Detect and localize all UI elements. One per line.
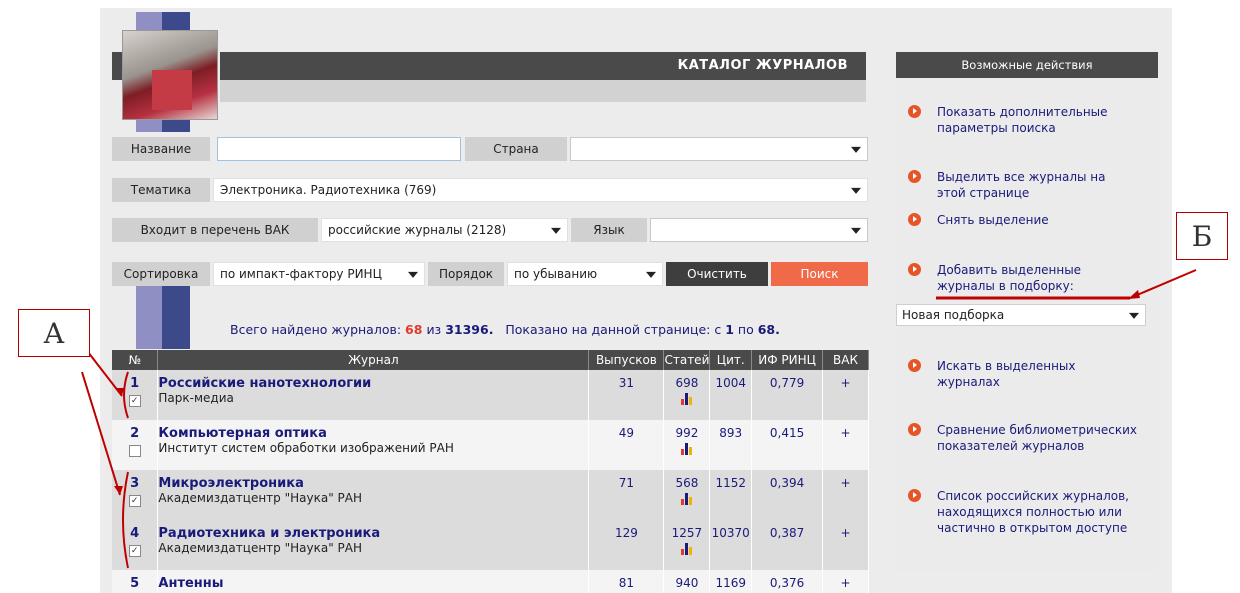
arrow-a-2 bbox=[81, 371, 121, 496]
arrow-b bbox=[1129, 269, 1197, 299]
callout-b: Б bbox=[1176, 212, 1228, 260]
arrowhead-b bbox=[1128, 290, 1140, 299]
arrowhead-a-2 bbox=[114, 486, 123, 495]
bracket-a-bottom bbox=[122, 471, 129, 569]
screenshot-stage: { "catalog": { "title": "КАТАЛОГ ЖУРНАЛО… bbox=[0, 0, 1240, 593]
bracket-a-top bbox=[123, 371, 129, 419]
callout-a: А bbox=[18, 309, 90, 357]
arrowhead-a-1 bbox=[115, 388, 124, 396]
annotation-overlay bbox=[81, 269, 1197, 569]
